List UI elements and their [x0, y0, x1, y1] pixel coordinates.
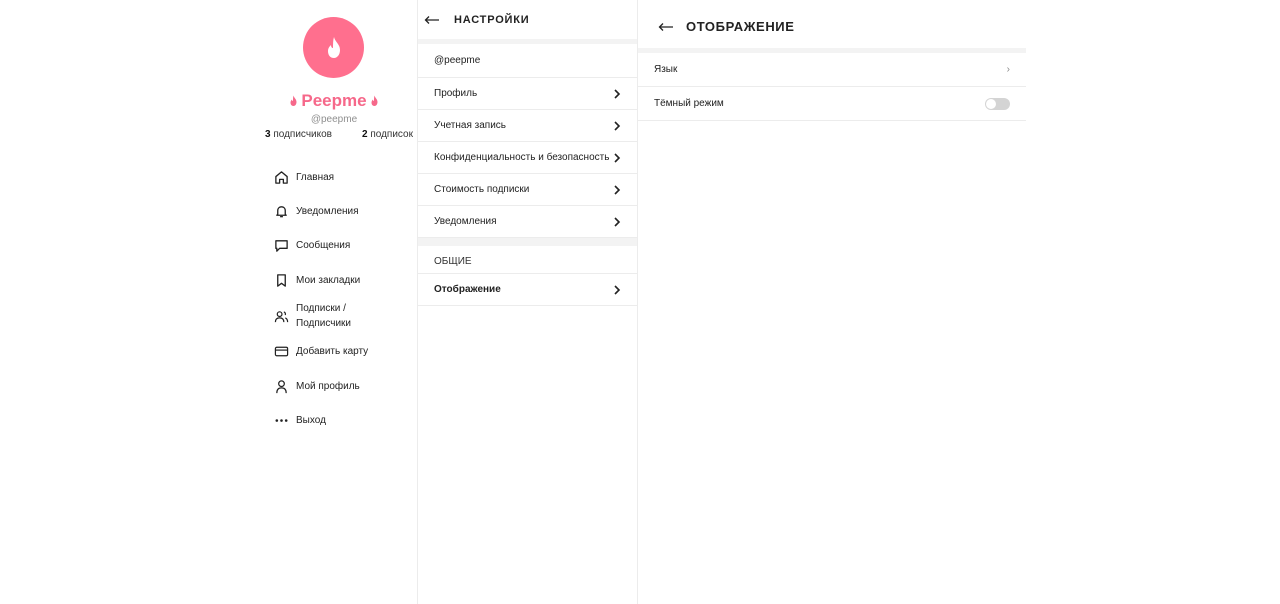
- sidebar-item-my-profile[interactable]: Мой профиль: [272, 369, 412, 403]
- home-icon: [272, 168, 290, 186]
- section-divider: [418, 238, 637, 246]
- sidebar: Peepme @peepme 3 подписчиков 2 подписок …: [255, 0, 418, 604]
- display-item-dark-mode: Тёмный режим: [638, 87, 1026, 121]
- settings-handle: @peepme: [434, 55, 481, 66]
- chevron-right-icon: [613, 120, 621, 131]
- avatar[interactable]: [303, 17, 364, 78]
- sidebar-item-label: Добавить карту: [296, 346, 369, 358]
- settings-item-profile[interactable]: Профиль: [418, 78, 637, 110]
- sidebar-item-subscriptions[interactable]: Подписки / Подписчики: [272, 298, 412, 335]
- dark-mode-label: Тёмный режим: [654, 98, 724, 109]
- toggle-knob: [986, 98, 996, 109]
- chevron-right-icon: [613, 184, 621, 195]
- settings-item-display[interactable]: Отображение: [418, 274, 637, 306]
- brand-flame-left-icon: [290, 95, 297, 106]
- settings-item-label: Стоимость подписки: [434, 184, 530, 195]
- settings-item-label: Конфиденциальность и безопасность: [434, 152, 610, 163]
- settings-item-label: Профиль: [434, 88, 478, 99]
- chevron-right-icon: [613, 284, 621, 295]
- sidebar-item-messages[interactable]: Сообщения: [272, 229, 412, 263]
- settings-item-notifications[interactable]: Уведомления: [418, 206, 637, 238]
- following-stat[interactable]: 2 подписок: [362, 129, 413, 140]
- dark-mode-toggle[interactable]: [985, 97, 1010, 110]
- display-title: ОТОБРАЖЕНИЕ: [686, 19, 795, 34]
- section-label-general: ОБЩИЕ: [418, 246, 637, 274]
- sidebar-item-add-card[interactable]: Добавить карту: [272, 335, 412, 369]
- chevron-right-icon: [613, 88, 621, 99]
- user-icon: [272, 377, 290, 395]
- sidebar-item-label: Сообщения: [296, 240, 351, 252]
- bell-icon: [272, 203, 290, 221]
- sidebar-item-label: Мои закладки: [296, 274, 361, 286]
- settings-title: НАСТРОЙКИ: [454, 13, 530, 26]
- settings-item-label: Учетная запись: [434, 120, 507, 131]
- sidebar-item-bookmarks[interactable]: Мои закладки: [272, 263, 412, 297]
- settings-item-label: Отображение: [434, 284, 501, 295]
- settings-panel: НАСТРОЙКИ @peepme Профиль Учетная запись…: [418, 0, 638, 604]
- language-label: Язык: [654, 64, 678, 75]
- brand-name: Peepme: [301, 91, 367, 110]
- brand-flame-right-icon: [371, 95, 378, 106]
- card-icon: [272, 343, 290, 361]
- settings-header: НАСТРОЙКИ: [418, 0, 637, 44]
- display-panel: ОТОБРАЖЕНИЕ Язык › Тёмный режим: [638, 5, 1026, 604]
- bookmark-icon: [272, 271, 290, 289]
- settings-item-subscription-price[interactable]: Стоимость подписки: [418, 174, 637, 206]
- back-arrow-icon[interactable]: [424, 15, 440, 25]
- sidebar-item-logout[interactable]: Выход: [272, 403, 412, 437]
- app-root: Peepme @peepme 3 подписчиков 2 подписок …: [255, 0, 1027, 604]
- sidebar-item-label: Главная: [296, 171, 335, 183]
- sidebar-item-notifications[interactable]: Уведомления: [272, 194, 412, 228]
- display-item-language[interactable]: Язык ›: [638, 53, 1026, 87]
- users-icon: [272, 307, 290, 325]
- chevron-right-icon: [613, 152, 621, 163]
- settings-handle-row: @peepme: [418, 44, 637, 78]
- settings-item-label: Уведомления: [434, 216, 497, 227]
- sidebar-nav: Главная Уведомления Сообщения Мои заклад…: [272, 160, 412, 438]
- followers-stat[interactable]: 3 подписчиков: [265, 129, 332, 140]
- settings-item-account[interactable]: Учетная запись: [418, 110, 637, 142]
- sidebar-item-label: Выход: [296, 415, 326, 427]
- profile-stats: 3 подписчиков 2 подписок: [265, 129, 413, 140]
- chevron-right-icon: [613, 216, 621, 227]
- sidebar-item-label: Подписки / Подписчики: [296, 303, 352, 330]
- chevron-right-icon: ›: [1006, 64, 1010, 75]
- settings-item-privacy[interactable]: Конфиденциальность и безопасность: [418, 142, 637, 174]
- brand-logo: Peepme: [255, 91, 413, 111]
- profile-handle: @peepme: [310, 114, 358, 125]
- back-arrow-icon[interactable]: [658, 22, 674, 32]
- more-icon: [272, 412, 290, 430]
- display-header: ОТОБРАЖЕНИЕ: [638, 5, 1026, 53]
- sidebar-item-home[interactable]: Главная: [272, 160, 412, 194]
- sidebar-item-label: Мой профиль: [296, 380, 360, 392]
- sidebar-item-label: Уведомления: [296, 206, 359, 218]
- flame-icon: [327, 36, 340, 58]
- message-icon: [272, 237, 290, 255]
